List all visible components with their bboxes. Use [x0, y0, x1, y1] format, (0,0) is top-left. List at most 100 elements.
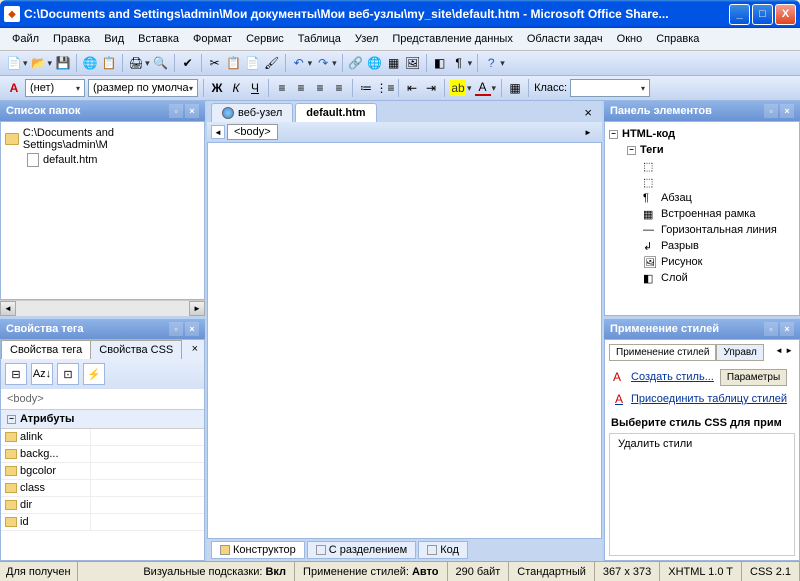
cut-icon[interactable]: ✂: [207, 55, 223, 71]
attr-row[interactable]: bgcolor: [1, 463, 204, 480]
help-icon[interactable]: ?: [483, 55, 499, 71]
remove-styles-item[interactable]: Удалить стили: [610, 434, 794, 454]
view-split[interactable]: С разделением: [307, 541, 417, 559]
tagprops-close-icon[interactable]: ×: [185, 322, 199, 336]
collapse-icon[interactable]: −: [609, 130, 618, 139]
element-item[interactable]: —Горизонтальная линия: [609, 222, 795, 238]
elem-html-root[interactable]: − HTML-код: [609, 126, 795, 142]
align-left-icon[interactable]: ≡: [274, 80, 290, 96]
bold-icon[interactable]: Ж: [209, 80, 225, 96]
new-icon[interactable]: 📄: [6, 55, 22, 71]
styles-close-icon[interactable]: ×: [780, 322, 794, 336]
menu-taskpane[interactable]: Области задач: [521, 31, 609, 47]
attr-row[interactable]: alink: [1, 429, 204, 446]
elements-close-icon[interactable]: ×: [780, 104, 794, 118]
layers-icon[interactable]: ◧: [432, 55, 448, 71]
image-icon[interactable]: 🖼: [405, 55, 421, 71]
menu-table[interactable]: Таблица: [292, 31, 347, 47]
maximize-button[interactable]: □: [752, 4, 773, 25]
tab-css-props[interactable]: Свойства CSS: [90, 340, 182, 359]
bc-body-tag[interactable]: <body>: [227, 124, 278, 140]
doc-close-icon[interactable]: ×: [578, 103, 598, 122]
view-code[interactable]: Код: [418, 541, 468, 559]
menu-view[interactable]: Вид: [98, 31, 130, 47]
open-icon[interactable]: 📂: [31, 55, 47, 71]
element-item[interactable]: ¶Абзац: [609, 190, 795, 206]
fmtpaint-icon[interactable]: 🖌: [264, 55, 280, 71]
elements-pin-icon[interactable]: ▫: [764, 104, 778, 118]
class-combo[interactable]: ▾: [570, 79, 650, 97]
menu-tools[interactable]: Сервис: [240, 31, 290, 47]
align-center-icon[interactable]: ≡: [293, 80, 309, 96]
element-item[interactable]: ◧Слой: [609, 270, 795, 286]
preview-icon[interactable]: 📋: [101, 55, 117, 71]
collapse-icon[interactable]: −: [7, 415, 16, 424]
folders-close-icon[interactable]: ×: [185, 104, 199, 118]
undo-icon[interactable]: ↶: [291, 55, 307, 71]
print-icon[interactable]: 🖨: [128, 55, 144, 71]
align-justify-icon[interactable]: ≡: [331, 80, 347, 96]
elem-tags-node[interactable]: − Теги: [609, 142, 795, 158]
view-constructor[interactable]: Конструктор: [211, 541, 305, 559]
menu-node[interactable]: Узел: [349, 31, 384, 47]
folders-scrollbar[interactable]: ◄►: [0, 300, 205, 316]
element-item[interactable]: 🖼Рисунок: [609, 254, 795, 270]
style-icon[interactable]: A: [6, 80, 22, 96]
menu-insert[interactable]: Вставка: [132, 31, 185, 47]
tagprops-pin-icon[interactable]: ▫: [169, 322, 183, 336]
styles-tab-manage[interactable]: Управл: [716, 344, 763, 361]
element-item[interactable]: ⬚: [609, 158, 795, 174]
styles-pin-icon[interactable]: ▫: [764, 322, 778, 336]
menu-format[interactable]: Формат: [187, 31, 238, 47]
insert-table-icon[interactable]: ▦: [507, 80, 523, 96]
indent-icon[interactable]: ⇥: [423, 80, 439, 96]
tabs-close-icon[interactable]: ×: [186, 340, 204, 359]
design-editor[interactable]: [207, 143, 602, 539]
prop-evt-icon[interactable]: ⚡: [83, 363, 105, 385]
styles-tab-apply[interactable]: Применение стилей: [609, 344, 716, 361]
attr-row[interactable]: dir: [1, 497, 204, 514]
table-icon[interactable]: ▦: [386, 55, 402, 71]
folders-pin-icon[interactable]: ▫: [169, 104, 183, 118]
redo-icon[interactable]: ↷: [315, 55, 331, 71]
menu-window[interactable]: Окно: [611, 31, 649, 47]
collapse-icon[interactable]: −: [627, 146, 636, 155]
params-button[interactable]: Параметры: [720, 369, 787, 386]
tab-default-htm[interactable]: default.htm: [295, 103, 376, 122]
bc-prev-icon[interactable]: ◄: [211, 125, 225, 139]
tab-tag-props[interactable]: Свойства тега: [1, 340, 91, 359]
preview2-icon[interactable]: 🔍: [153, 55, 169, 71]
menu-edit[interactable]: Правка: [47, 31, 96, 47]
menu-datapres[interactable]: Представление данных: [386, 31, 518, 47]
style-combo[interactable]: (нет)▾: [25, 79, 85, 97]
align-right-icon[interactable]: ≡: [312, 80, 328, 96]
tab-website[interactable]: веб-узел: [211, 103, 293, 122]
folder-file[interactable]: default.htm: [5, 152, 200, 168]
create-style-link[interactable]: Создать стиль...: [629, 367, 716, 387]
attr-row[interactable]: backg...: [1, 446, 204, 463]
num-list-icon[interactable]: ≔: [358, 80, 374, 96]
attr-row[interactable]: class: [1, 480, 204, 497]
fontcolor-icon[interactable]: A: [475, 80, 491, 96]
pilcrow-icon[interactable]: ¶: [451, 55, 467, 71]
spell-icon[interactable]: ✔: [180, 55, 196, 71]
element-item[interactable]: ↲Разрыв: [609, 238, 795, 254]
prop-az-icon[interactable]: Aᴢ↓: [31, 363, 53, 385]
element-item[interactable]: ▦Встроенная рамка: [609, 206, 795, 222]
menu-file[interactable]: Файл: [6, 31, 45, 47]
outdent-icon[interactable]: ⇤: [404, 80, 420, 96]
bc-next-icon[interactable]: ►: [584, 128, 598, 137]
save-icon[interactable]: 💾: [55, 55, 71, 71]
folder-root[interactable]: C:\Documents and Settings\admin\М: [5, 126, 200, 152]
size-combo[interactable]: (размер по умолча▾: [88, 79, 198, 97]
paste-icon[interactable]: 📄: [245, 55, 261, 71]
copy-icon[interactable]: 📋: [226, 55, 242, 71]
prop-cat-icon[interactable]: ⊟: [5, 363, 27, 385]
underline-icon[interactable]: Ч: [247, 80, 263, 96]
bul-list-icon[interactable]: ⋮≡: [377, 80, 393, 96]
highlight-icon[interactable]: ab: [450, 80, 466, 96]
prop-show-icon[interactable]: ⊡: [57, 363, 79, 385]
close-button[interactable]: X: [775, 4, 796, 25]
minimize-button[interactable]: _: [729, 4, 750, 25]
link-icon[interactable]: 🔗: [348, 55, 364, 71]
